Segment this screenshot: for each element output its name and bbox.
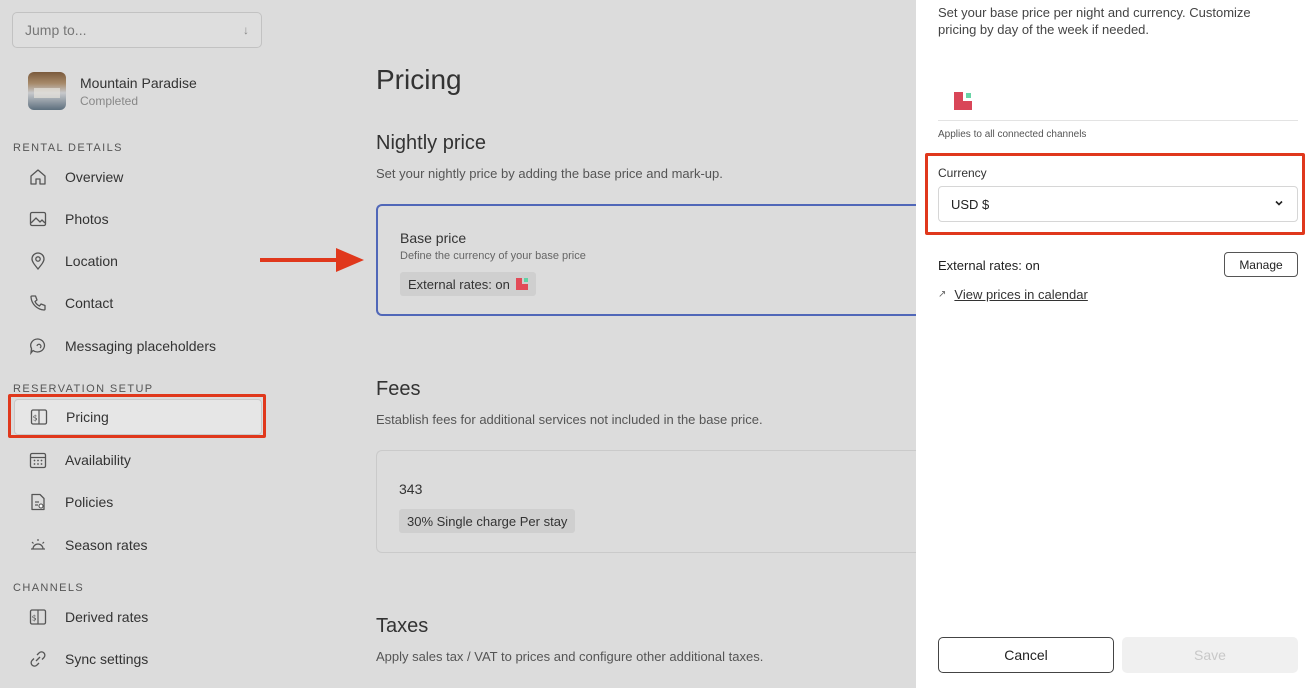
sidebar-item-label: Availability bbox=[65, 452, 131, 468]
jump-to-dropdown[interactable]: Jump to... ↓ bbox=[12, 12, 262, 48]
chat-bubble-icon bbox=[28, 336, 48, 356]
sidebar-item-label: Photos bbox=[65, 211, 109, 227]
sidebar-item-label: Derived rates bbox=[65, 609, 149, 625]
calendar-icon bbox=[28, 450, 48, 470]
property-header[interactable]: Mountain Paradise Completed bbox=[28, 72, 197, 110]
applies-note: Applies to all connected channels bbox=[938, 129, 1087, 140]
location-pin-icon bbox=[28, 251, 48, 271]
base-price-subtitle: Define the currency of your base price bbox=[400, 250, 586, 262]
image-icon bbox=[28, 209, 48, 229]
sidebar-item-location[interactable]: Location bbox=[14, 243, 262, 279]
sidebar-item-derived-rates[interactable]: $ Derived rates bbox=[14, 599, 262, 635]
sidebar-item-label: Overview bbox=[65, 169, 124, 185]
external-link-icon: ↗ bbox=[938, 289, 947, 300]
section-rental-details: RENTAL DETAILS bbox=[13, 142, 123, 154]
pricing-highlight-box bbox=[8, 394, 266, 438]
channel-logo-icon bbox=[954, 92, 974, 112]
jump-to-placeholder: Jump to... bbox=[25, 22, 87, 38]
sidebar-item-overview[interactable]: Overview bbox=[14, 159, 262, 195]
currency-highlight-box bbox=[925, 153, 1305, 235]
link-icon bbox=[28, 649, 48, 669]
pointer-arrow-icon bbox=[260, 248, 364, 272]
view-prices-link[interactable]: ↗ View prices in calendar bbox=[938, 287, 1088, 302]
sidebar-item-label: Location bbox=[65, 253, 118, 269]
divider bbox=[938, 120, 1298, 121]
svg-text:$: $ bbox=[32, 614, 37, 623]
sidebar-item-label: Policies bbox=[65, 494, 114, 510]
phone-icon bbox=[28, 293, 48, 313]
sidebar-item-messaging-placeholders[interactable]: Messaging placeholders bbox=[14, 328, 262, 364]
property-status: Completed bbox=[80, 93, 139, 108]
fee-card[interactable]: 343 30% Single charge Per stay bbox=[376, 450, 936, 553]
section-channels: CHANNELS bbox=[13, 582, 85, 594]
nightly-price-description: Set your nightly price by adding the bas… bbox=[376, 166, 723, 181]
property-name: Mountain Paradise bbox=[80, 74, 197, 91]
view-prices-link-label: View prices in calendar bbox=[954, 287, 1088, 302]
sidebar-item-sync-settings[interactable]: Sync settings bbox=[14, 641, 262, 677]
fees-description: Establish fees for additional services n… bbox=[376, 412, 763, 427]
fees-heading: Fees bbox=[376, 378, 421, 400]
sidebar: Jump to... ↓ Mountain Paradise Completed… bbox=[0, 0, 275, 688]
page-title: Pricing bbox=[376, 64, 462, 95]
sidebar-item-availability[interactable]: Availability bbox=[14, 442, 262, 478]
app-root: Jump to... ↓ Mountain Paradise Completed… bbox=[0, 0, 1312, 688]
panel-intro-text: Set your base price per night and curren… bbox=[938, 5, 1251, 37]
manage-button[interactable]: Manage bbox=[1224, 252, 1298, 277]
taxes-heading: Taxes bbox=[376, 615, 429, 637]
sidebar-item-label: Contact bbox=[65, 295, 114, 311]
base-price-panel: Set your base price per night and curren… bbox=[916, 0, 1312, 688]
property-thumbnail bbox=[28, 72, 66, 110]
fee-charge-chip: 30% Single charge Per stay bbox=[399, 509, 576, 533]
dollar-tag-icon: $ bbox=[28, 607, 48, 627]
external-rates-status: External rates: on bbox=[938, 258, 1040, 273]
sidebar-item-label: Messaging placeholders bbox=[65, 338, 216, 354]
external-rates-chip: External rates: on bbox=[400, 272, 536, 296]
taxes-description: Apply sales tax / VAT to prices and conf… bbox=[376, 649, 764, 664]
nightly-price-heading: Nightly price bbox=[376, 132, 487, 154]
cancel-button[interactable]: Cancel bbox=[938, 637, 1114, 673]
sun-icon bbox=[28, 535, 48, 555]
base-price-card[interactable]: Base price Define the currency of your b… bbox=[376, 204, 936, 316]
external-rates-chip-label: External rates: on bbox=[408, 276, 510, 292]
house-icon bbox=[28, 167, 48, 187]
sidebar-item-policies[interactable]: Policies bbox=[14, 484, 262, 520]
arrow-down-icon: ↓ bbox=[243, 23, 249, 37]
document-icon bbox=[28, 492, 48, 512]
channel-logo-icon bbox=[515, 278, 528, 290]
save-button[interactable]: Save bbox=[1122, 637, 1298, 673]
sidebar-item-label: Season rates bbox=[65, 537, 148, 553]
sidebar-item-photos[interactable]: Photos bbox=[14, 201, 262, 237]
sidebar-item-label: Sync settings bbox=[65, 651, 149, 667]
sidebar-item-contact[interactable]: Contact bbox=[14, 285, 262, 321]
base-price-title: Base price bbox=[400, 230, 467, 246]
sidebar-item-season-rates[interactable]: Season rates bbox=[14, 527, 262, 563]
fee-amount: 343 bbox=[399, 481, 423, 497]
